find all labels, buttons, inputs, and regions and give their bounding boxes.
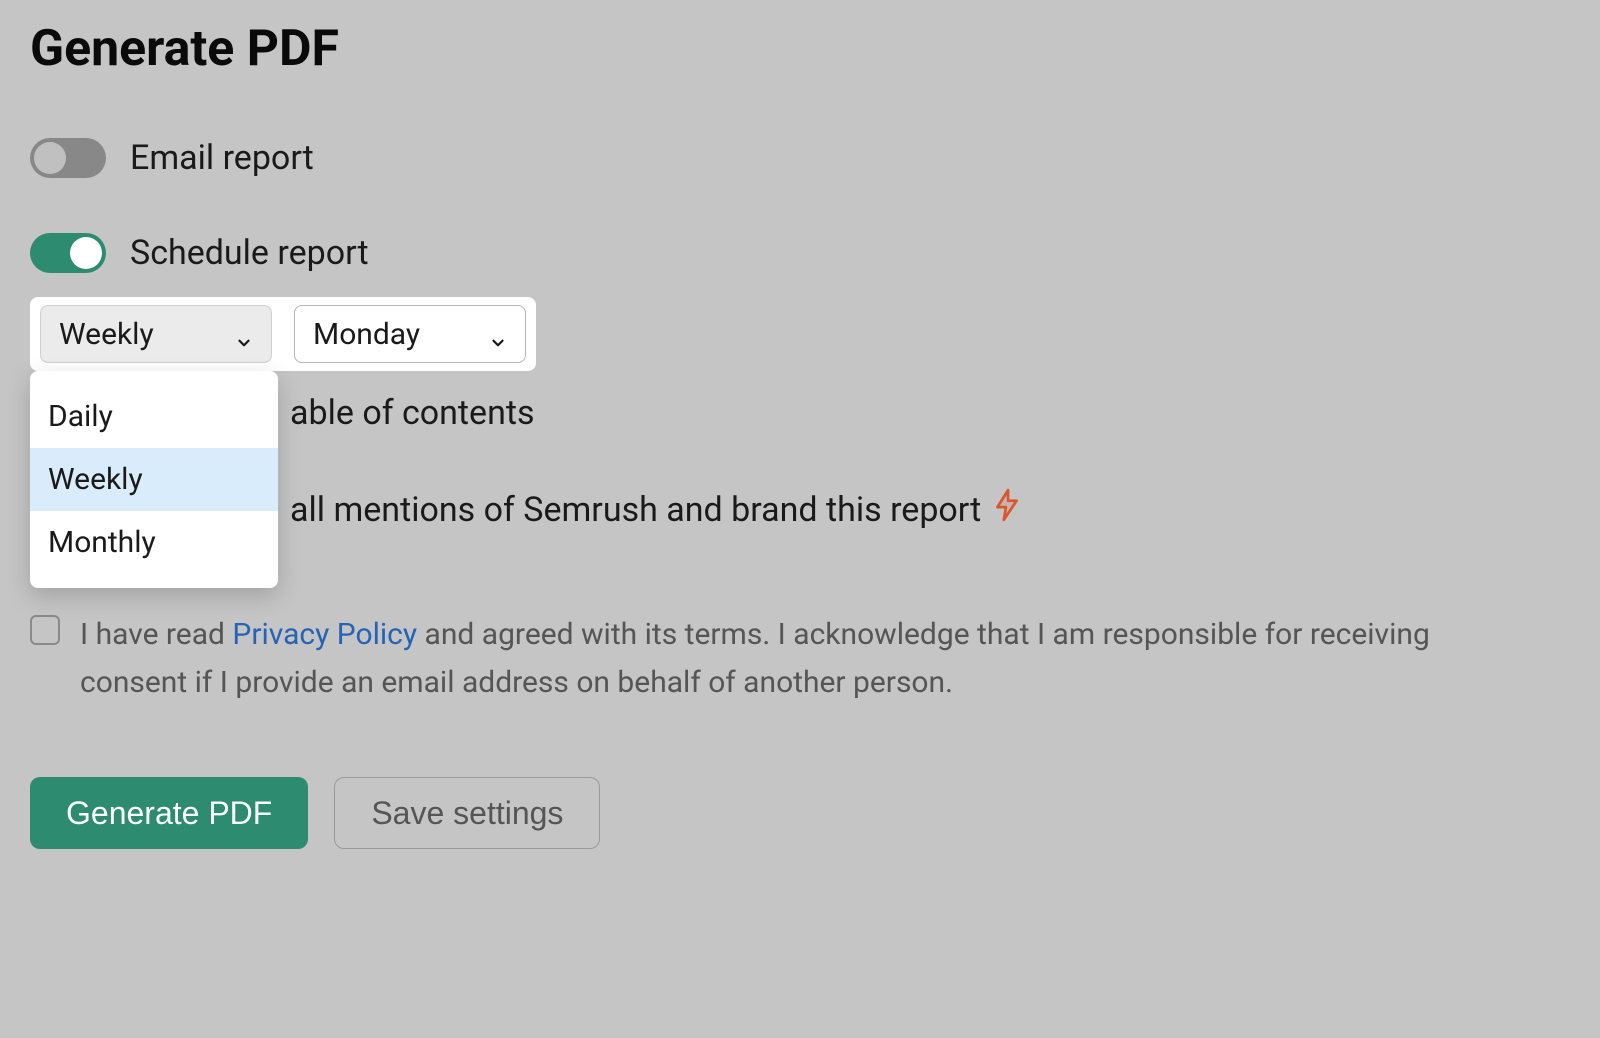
frequency-dropdown: Daily Weekly Monthly (30, 371, 278, 588)
frequency-option-weekly[interactable]: Weekly (30, 448, 278, 511)
bolt-icon (993, 488, 1021, 531)
frequency-select-value: Weekly (59, 317, 154, 352)
schedule-report-label: Schedule report (130, 233, 369, 273)
frequency-select[interactable]: Weekly (40, 305, 272, 363)
email-report-label: Email report (130, 138, 314, 178)
table-of-contents-option-partial: able of contents (290, 393, 1570, 433)
email-report-row: Email report (30, 138, 1570, 178)
privacy-policy-link[interactable]: Privacy Policy (232, 617, 417, 652)
schedule-selects-area: Weekly Monday Daily Weekly Monthly (30, 297, 536, 371)
chevron-down-icon (235, 325, 253, 343)
page-title: Generate PDF (30, 20, 1570, 78)
toc-text-fragment: able of contents (290, 393, 535, 433)
frequency-option-monthly[interactable]: Monthly (30, 511, 278, 574)
privacy-text: I have read Privacy Policy and agreed wi… (80, 611, 1540, 707)
privacy-checkbox[interactable] (30, 615, 60, 645)
save-settings-button[interactable]: Save settings (334, 777, 600, 849)
email-report-toggle[interactable] (30, 138, 106, 178)
chevron-down-icon (489, 325, 507, 343)
branding-option-partial: all mentions of Semrush and brand this r… (290, 488, 1570, 531)
schedule-report-row: Schedule report (30, 233, 1570, 273)
generate-pdf-button[interactable]: Generate PDF (30, 777, 308, 849)
frequency-option-daily[interactable]: Daily (30, 385, 278, 448)
day-select[interactable]: Monday (294, 305, 526, 363)
day-select-value: Monday (313, 317, 420, 352)
toggle-knob (70, 237, 102, 269)
branding-text-fragment: all mentions of Semrush and brand this r… (290, 490, 981, 530)
toggle-knob (34, 142, 66, 174)
privacy-row: I have read Privacy Policy and agreed wi… (30, 611, 1570, 707)
button-row: Generate PDF Save settings (30, 777, 1570, 849)
schedule-report-toggle[interactable] (30, 233, 106, 273)
privacy-prefix: I have read (80, 617, 232, 652)
